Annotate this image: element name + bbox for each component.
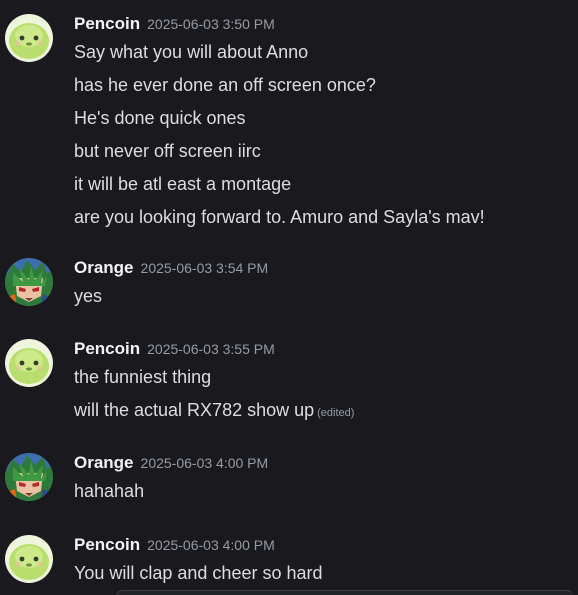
green-blob-avatar[interactable] xyxy=(5,339,53,387)
username[interactable]: Pencoin xyxy=(74,339,140,358)
timestamp: 2025-06-03 4:00 PM xyxy=(147,537,275,553)
message-text: hahahah xyxy=(74,481,145,501)
edited-label: (edited) xyxy=(317,407,355,419)
username[interactable]: Orange xyxy=(74,453,134,472)
chat-message-list: Pencoin 2025-06-03 3:50 PM Say what you w… xyxy=(0,0,572,595)
timestamp: 2025-06-03 4:00 PM xyxy=(140,455,269,471)
message-text: are you looking forward to. Amuro and Sa… xyxy=(74,207,485,227)
message-composer[interactable] xyxy=(116,590,574,595)
message-header: Pencoin 2025-06-03 3:55 PM xyxy=(74,339,275,361)
message-header: Pencoin 2025-06-03 4:00 PM xyxy=(74,535,275,557)
timestamp: 2025-06-03 3:55 PM xyxy=(147,341,275,357)
anime-character-avatar[interactable] xyxy=(5,453,53,501)
username[interactable]: Orange xyxy=(74,258,134,277)
message-text-content: will the actual RX782 show up xyxy=(74,400,315,420)
message-text: the funniest thing xyxy=(74,367,212,387)
green-blob-avatar[interactable] xyxy=(5,14,53,62)
message-header: Orange 2025-06-03 3:54 PM xyxy=(74,258,268,280)
username[interactable]: Pencoin xyxy=(74,535,140,554)
message-text: He's done quick ones xyxy=(74,108,246,128)
message-header: Pencoin 2025-06-03 3:50 PM xyxy=(74,14,275,36)
green-blob-avatar[interactable] xyxy=(5,535,53,583)
message-text: it will be atl east a montage xyxy=(74,174,292,194)
message-header: Orange 2025-06-03 4:00 PM xyxy=(74,453,268,475)
message-text: will the actual RX782 show up (edited) xyxy=(74,399,354,424)
message-text: Say what you will about Anno xyxy=(74,42,309,62)
anime-character-avatar[interactable] xyxy=(5,258,53,306)
message-text: has he ever done an off screen once? xyxy=(74,75,376,95)
timestamp: 2025-06-03 3:50 PM xyxy=(147,16,275,32)
message-text: You will clap and cheer so hard xyxy=(74,563,323,583)
message-text: but never off screen iirc xyxy=(74,141,261,161)
timestamp: 2025-06-03 3:54 PM xyxy=(140,260,269,276)
username[interactable]: Pencoin xyxy=(74,14,140,33)
message-text: yes xyxy=(74,286,103,306)
scrollbar[interactable] xyxy=(572,0,578,595)
